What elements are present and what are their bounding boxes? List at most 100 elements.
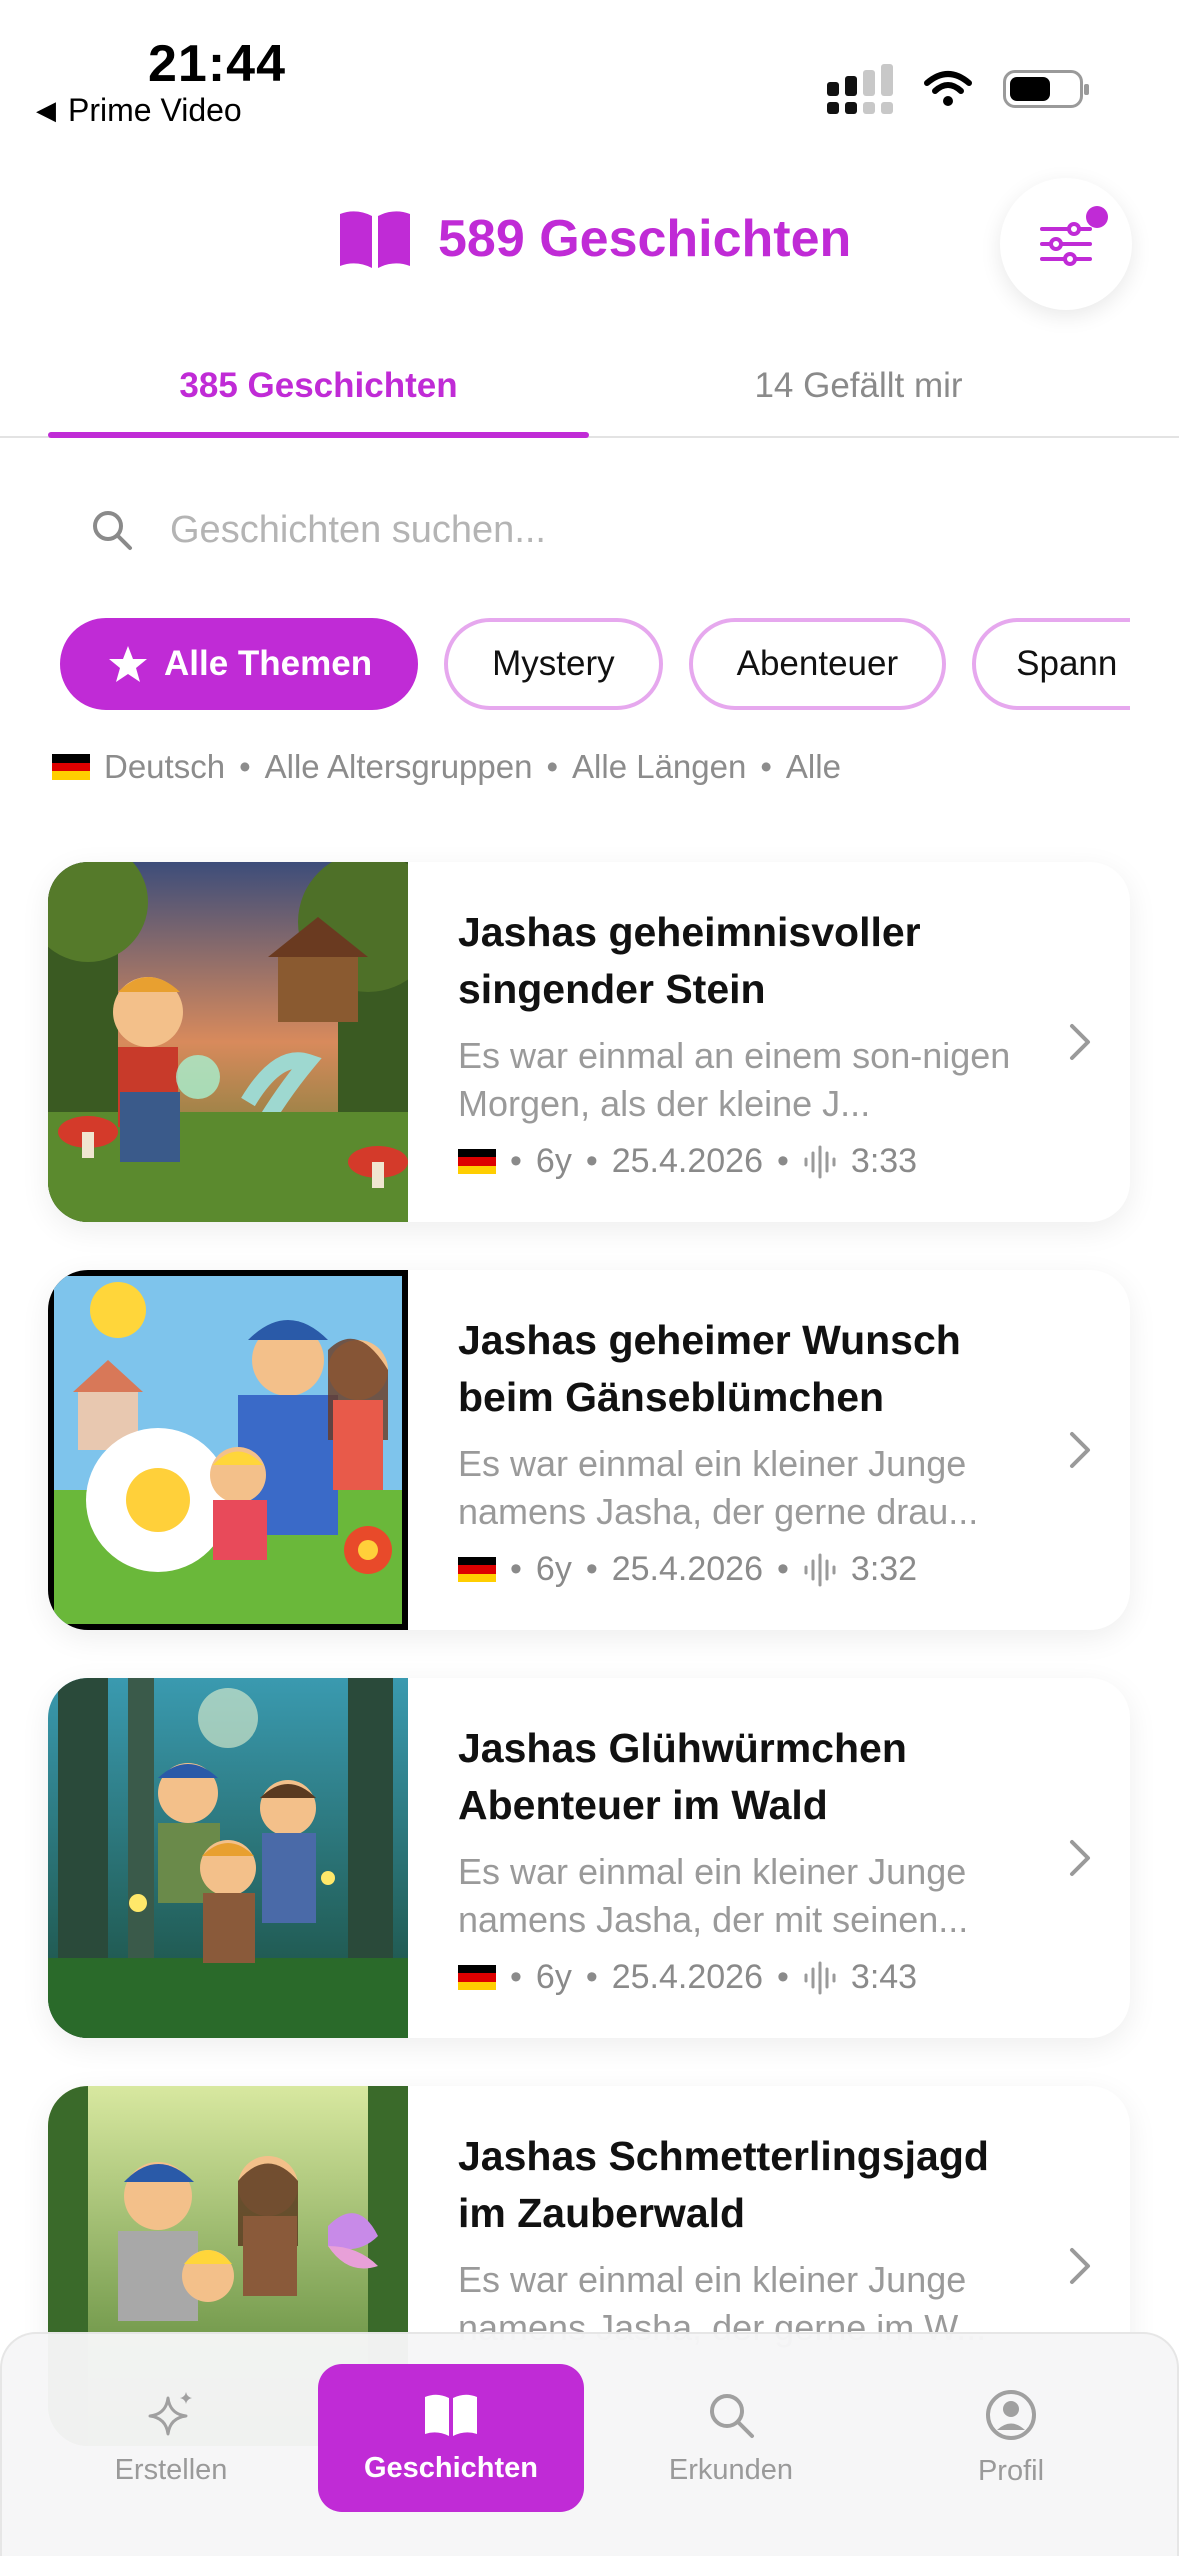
wifi-icon (924, 71, 972, 106)
story-meta: • 6y • 25.4.2026 • 3:33 (458, 1142, 1130, 1181)
story-card[interactable]: Jashas Glühwürmchen Abenteuer im Wald Es… (48, 1678, 1130, 2038)
story-duration: 3:33 (850, 1142, 918, 1180)
search-icon (710, 2393, 754, 2438)
separator-dot: • (546, 748, 559, 785)
story-excerpt: Es war einmal ein kleiner Junge namens J… (458, 1443, 979, 1532)
story-date: 25.4.2026 (611, 1142, 763, 1180)
audio-waveform-icon (804, 1553, 836, 1586)
page-title-text: 589 Geschichten (438, 210, 852, 268)
nav-profile[interactable]: Profil (878, 2364, 1144, 2512)
theme-chips: Alle Themen Mystery Abenteuer Spann (60, 618, 1130, 714)
separator-dot: • (510, 1958, 522, 1996)
separator-dot: • (510, 1550, 522, 1588)
audio-waveform-icon (804, 1961, 836, 1994)
nav-stories[interactable]: Geschichten (318, 2364, 584, 2512)
story-age: 6y (535, 1142, 572, 1180)
audio-waveform-icon (804, 1145, 836, 1178)
tab-active-underline (48, 432, 589, 438)
story-card[interactable]: Jashas geheimer Wunsch beim Gänseblümche… (48, 1270, 1130, 1630)
search-input[interactable] (170, 508, 1070, 552)
filter-button[interactable] (1000, 178, 1132, 310)
story-title: Jashas Glühwürmchen Abenteuer im Wald (458, 1725, 907, 1828)
nav-label: Profil (977, 2454, 1045, 2487)
back-caret-icon: ◀ (36, 95, 56, 125)
chevron-right-icon (1070, 2248, 1090, 2284)
german-flag-icon (458, 1964, 496, 1991)
separator-dot: • (585, 1958, 598, 1996)
sparkles-icon (148, 2391, 192, 2435)
filter-length: Alle Längen (572, 748, 747, 785)
story-title: Jashas geheimer Wunsch beim Gänseblümche… (458, 1317, 961, 1420)
cellular-signal-icon (827, 64, 893, 114)
story-thumbnail (48, 1678, 408, 2038)
filter-language: Deutsch (104, 748, 226, 785)
chip-all-themes[interactable]: Alle Themen (60, 618, 419, 710)
search-bar (90, 490, 1090, 570)
nav-create[interactable]: Erstellen (38, 2364, 304, 2512)
status-bar: 21:44 ◀ Prime Video (0, 0, 1179, 140)
tab-bar: 385 Geschichten 14 Gefällt mir (0, 350, 1179, 438)
star-icon (109, 646, 147, 682)
separator-dot: • (777, 1142, 789, 1180)
separator-dot: • (239, 748, 251, 785)
filter-other: Alle (785, 748, 841, 785)
battery-icon (1003, 70, 1089, 108)
nav-label: Geschichten (363, 2451, 539, 2484)
story-title: Jashas Schmetterlingsjagd im Zauberwald (458, 2133, 989, 2236)
chip-label: Alle Themen (164, 644, 373, 683)
story-date: 25.4.2026 (611, 1550, 763, 1588)
story-meta: • 6y • 25.4.2026 • 3:43 (458, 1958, 1130, 1997)
story-list: Jashas geheimnisvoller singender Stein E… (48, 862, 1130, 2494)
story-duration: 3:32 (850, 1550, 918, 1588)
story-duration: 3:43 (850, 1958, 918, 1996)
chevron-right-icon (1070, 1432, 1090, 1468)
story-thumbnail (48, 1270, 408, 1630)
story-info: Jashas geheimer Wunsch beim Gänseblümche… (408, 1270, 1130, 1630)
battery-level (1010, 77, 1050, 101)
book-icon (425, 2394, 477, 2436)
book-icon (340, 211, 410, 268)
chip-suspense[interactable]: Spann (972, 618, 1130, 710)
separator-dot: • (760, 748, 772, 785)
story-excerpt: Es war einmal ein kleiner Junge namens J… (458, 1851, 969, 1940)
story-meta: • 6y • 25.4.2026 • 3:32 (458, 1550, 1130, 1589)
status-time: 21:44 (148, 35, 286, 93)
chevron-right-icon (1070, 1840, 1090, 1876)
story-excerpt: Es war einmal an einem son-nigen Morgen,… (458, 1035, 1011, 1124)
status-icons (827, 64, 1089, 114)
nav-label: Erkunden (668, 2453, 794, 2486)
filter-active-indicator (1086, 206, 1108, 228)
back-to-app-link[interactable]: ◀ Prime Video (36, 92, 242, 129)
sliders-icon (1040, 222, 1092, 266)
separator-dot: • (777, 1958, 789, 1996)
tab-stories[interactable]: 385 Geschichten (48, 366, 589, 406)
german-flag-icon (458, 1556, 496, 1583)
header: 589 Geschichten (0, 178, 1179, 310)
separator-dot: • (585, 1142, 598, 1180)
separator-dot: • (510, 1142, 522, 1180)
story-age: 6y (535, 1958, 572, 1996)
active-filters-summary[interactable]: Deutsch • Alle Altersgruppen • Alle Läng… (52, 748, 841, 786)
page-title: 589 Geschichten (336, 208, 851, 270)
chevron-right-icon (1070, 1024, 1090, 1060)
user-circle-icon (986, 2389, 1036, 2440)
story-title: Jashas geheimnisvoller singender Stein (458, 909, 921, 1012)
german-flag-icon (458, 1148, 496, 1175)
chip-adventure[interactable]: Abenteuer (688, 618, 947, 710)
nav-label: Erstellen (114, 2453, 228, 2486)
chip-mystery[interactable]: Mystery (444, 618, 663, 710)
story-thumbnail (48, 862, 408, 1222)
german-flag-icon (52, 754, 90, 780)
tab-favorites[interactable]: 14 Gefällt mir (588, 366, 1129, 406)
separator-dot: • (585, 1550, 598, 1588)
back-app-label: Prime Video (68, 92, 242, 128)
story-age: 6y (535, 1550, 572, 1588)
search-icon (93, 511, 132, 550)
story-card[interactable]: Jashas geheimnisvoller singender Stein E… (48, 862, 1130, 1222)
bottom-navigation: Erstellen Geschichten Erkunden Profil (0, 2332, 1179, 2556)
story-info: Jashas geheimnisvoller singender Stein E… (408, 862, 1130, 1222)
filter-age: Alle Altersgruppen (264, 748, 533, 785)
story-date: 25.4.2026 (611, 1958, 763, 1996)
separator-dot: • (777, 1550, 789, 1588)
nav-explore[interactable]: Erkunden (598, 2364, 864, 2512)
